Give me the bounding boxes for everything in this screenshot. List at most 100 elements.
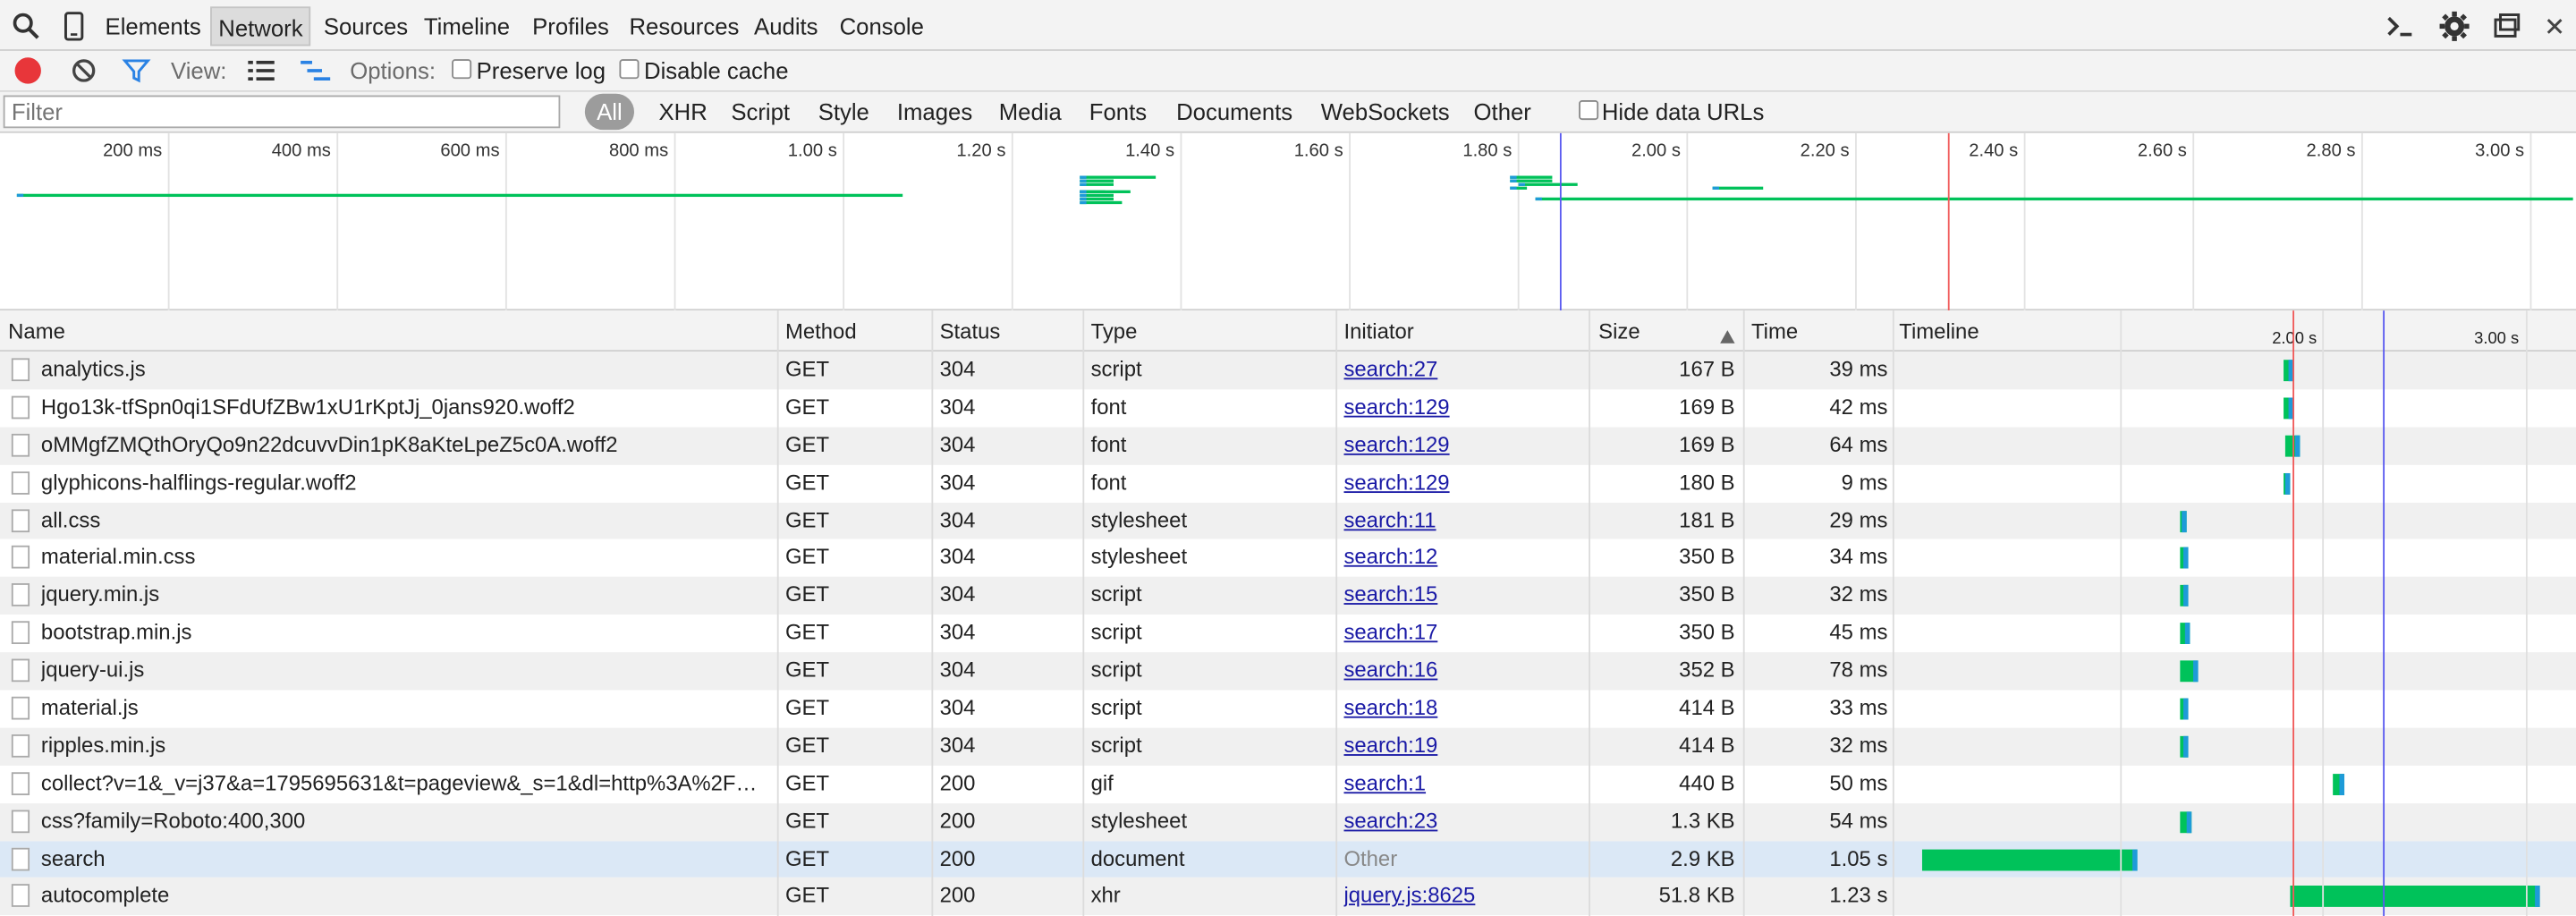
table-row[interactable]: css?family=Roboto:400,300 GET 200 styleshee… (0, 802, 2576, 841)
request-name: jquery-ui.js (40, 657, 145, 683)
request-initiator[interactable]: search:18 (1343, 690, 1587, 727)
request-timeline-cell (1897, 803, 2576, 841)
request-size: 2.9 KB (1670, 845, 1735, 870)
table-row[interactable]: autocomplete GET 200 xhr jquery.js:8625 51.8 … (0, 878, 2576, 916)
table-row[interactable]: glyphicons-halflings-regular.woff2 GET 304… (0, 464, 2576, 502)
request-table: Name Method Status Type Initiator Size T… (0, 310, 2576, 916)
overview-request-bar-wait (1080, 175, 1087, 179)
column-header-type[interactable]: Type (1082, 310, 1138, 352)
column-divider[interactable] (1082, 310, 1085, 916)
disable-cache-checkbox[interactable] (619, 59, 640, 80)
request-initiator[interactable]: search:11 (1343, 502, 1587, 539)
filter-type-websockets[interactable]: WebSockets (1321, 94, 1450, 130)
request-initiator[interactable]: search:15 (1343, 577, 1587, 615)
device-mode-icon[interactable] (57, 10, 90, 43)
preserve-log-checkbox[interactable] (452, 59, 472, 80)
filter-type-documents[interactable]: Documents (1176, 94, 1292, 130)
table-row[interactable]: jquery.min.js GET 304 script search:15 350 B 3… (0, 577, 2576, 615)
table-row[interactable]: Hgo13k-tfSpn0qi1SFdUfZBw1xU1rKptJj_0jans… (0, 389, 2576, 427)
tab-profiles[interactable]: Profiles (526, 6, 615, 46)
table-row[interactable]: ripples.min.js GET 304 script search:19 414 B… (0, 727, 2576, 766)
request-initiator[interactable]: search:1 (1343, 766, 1587, 803)
console-drawer-icon[interactable] (2384, 10, 2417, 43)
tab-elements[interactable]: Elements (98, 6, 208, 46)
table-row[interactable]: oMMgfZMQthOryQo9n22dcuvvDin1pK8aKteLpeZ5… (0, 427, 2576, 465)
preserve-log-label: Preserve log (476, 57, 606, 84)
network-overview[interactable]: 200 ms 400 ms 600 ms 800 ms 1.00 s 1.20 s 1.40… (0, 132, 2576, 311)
request-timeline-cell (1897, 615, 2576, 652)
request-initiator[interactable]: search:129 (1343, 427, 1587, 464)
column-divider[interactable] (1589, 310, 1590, 916)
overview-icon[interactable] (299, 57, 332, 89)
column-divider[interactable] (931, 310, 934, 916)
column-header-status[interactable]: Status (931, 310, 1001, 352)
dock-side-icon[interactable] (2490, 10, 2523, 43)
request-initiator[interactable]: search:19 (1343, 728, 1587, 766)
filter-type-style[interactable]: Style (818, 94, 869, 130)
request-initiator[interactable]: search:129 (1343, 389, 1587, 427)
tab-audits[interactable]: Audits (748, 6, 825, 46)
filter-input[interactable] (3, 95, 561, 129)
overview-request-bar (1712, 186, 1764, 190)
request-timeline-cell (1897, 690, 2576, 727)
request-initiator[interactable]: search:17 (1343, 615, 1587, 652)
timeline-bar-download (2288, 360, 2294, 382)
request-name: oMMgfZMQthOryQo9n22dcuvvDin1pK8aKteLpeZ5… (40, 431, 618, 457)
request-timeline-cell (1897, 841, 2576, 878)
column-header-size[interactable]: Size (1590, 310, 1640, 352)
gear-icon[interactable] (2438, 10, 2471, 43)
tab-console[interactable]: Console (833, 6, 930, 46)
filter-type-images[interactable]: Images (897, 94, 972, 130)
request-size: 350 B (1679, 544, 1735, 570)
file-icon (11, 734, 30, 758)
filter-icon[interactable] (122, 55, 151, 90)
hide-data-urls-checkbox[interactable] (1579, 100, 1599, 121)
table-row[interactable]: search GET 200 document Other 2.9 KB 1.05 s (0, 840, 2576, 878)
request-timeline-cell (1897, 464, 2576, 502)
request-name: search (40, 845, 106, 870)
tab-timeline[interactable]: Timeline (418, 6, 517, 46)
request-initiator[interactable]: search:16 (1343, 652, 1587, 690)
tab-network[interactable]: Network (210, 6, 311, 47)
filter-all-button[interactable]: All (584, 93, 634, 131)
filter-type-other[interactable]: Other (1474, 94, 1531, 130)
column-divider[interactable] (1335, 310, 1338, 916)
column-header-timeline[interactable]: Timeline (1891, 310, 1979, 352)
tab-resources[interactable]: Resources (623, 6, 746, 46)
request-type: font (1090, 431, 1127, 457)
overview-tick-label: 2.60 s (2138, 140, 2187, 160)
clear-icon[interactable] (69, 55, 98, 90)
search-icon[interactable] (10, 10, 43, 43)
overview-request-bar-wait (1535, 197, 1542, 201)
column-header-method[interactable]: Method (777, 310, 857, 352)
column-divider[interactable] (776, 310, 779, 916)
table-row[interactable]: analytics.js GET 304 script search:27 167 B 39… (0, 352, 2576, 390)
file-icon (11, 809, 30, 833)
timeline-bar-download (2535, 886, 2540, 908)
table-row[interactable]: bootstrap.min.js GET 304 script search:17 350… (0, 615, 2576, 652)
table-row[interactable]: all.css GET 304 stylesheet search:11 181 B 29 … (0, 502, 2576, 540)
column-header-initiator[interactable]: Initiator (1335, 310, 1413, 352)
column-divider[interactable] (1892, 310, 1894, 916)
filter-type-media[interactable]: Media (999, 94, 1062, 130)
table-row[interactable]: collect?v=1&_v=j37&a=1795695631&t=pagevi… (0, 766, 2576, 803)
filter-type-fonts[interactable]: Fonts (1089, 94, 1147, 130)
table-row[interactable]: jquery-ui.js GET 304 script search:16 352 B 78… (0, 652, 2576, 691)
request-initiator[interactable]: jquery.js:8625 (1343, 878, 1587, 916)
column-header-time[interactable]: Time (1743, 310, 1798, 352)
table-row[interactable]: material.min.css GET 304 stylesheet search:1… (0, 539, 2576, 577)
request-initiator[interactable]: search:27 (1343, 352, 1587, 389)
overview-request-bar-wait (1080, 190, 1087, 194)
request-initiator[interactable]: search:129 (1343, 464, 1587, 502)
table-row[interactable]: material.js GET 304 script search:18 414 B 33 … (0, 690, 2576, 727)
filter-type-script[interactable]: Script (731, 94, 790, 130)
filter-type-xhr[interactable]: XHR (659, 94, 708, 130)
column-header-name[interactable]: Name (0, 310, 65, 352)
tab-sources[interactable]: Sources (317, 6, 414, 46)
close-icon[interactable] (2538, 10, 2572, 43)
request-initiator[interactable]: search:12 (1343, 539, 1587, 577)
large-rows-icon[interactable] (247, 57, 276, 89)
column-divider[interactable] (1742, 310, 1745, 916)
request-initiator[interactable]: search:23 (1343, 803, 1587, 841)
record-button[interactable] (14, 57, 41, 84)
